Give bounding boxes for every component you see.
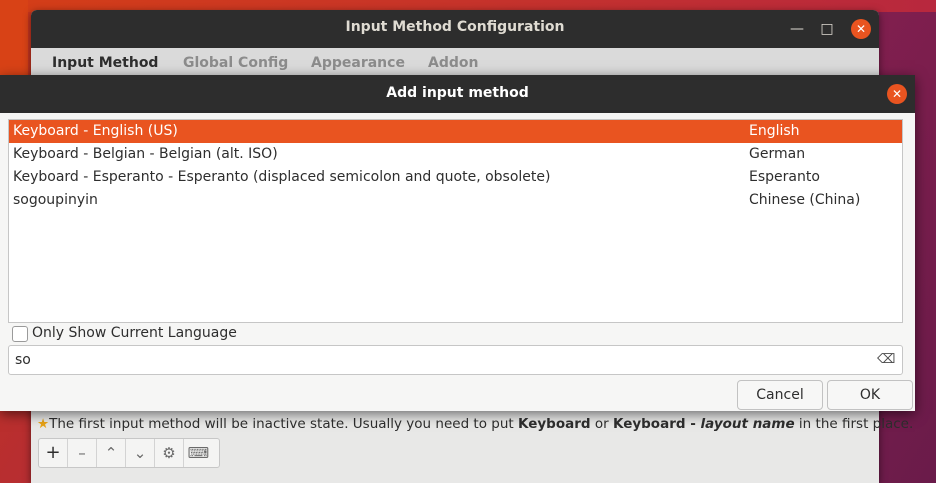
tab-bar: Input Method Global Config Appearance Ad… xyxy=(31,48,879,78)
move-down-icon[interactable]: ⌄ xyxy=(126,439,155,467)
input-method-toolbar: + – ⌃ ⌄ ⚙ ⌨ xyxy=(38,438,220,468)
window-titlebar: Input Method Configuration — □ ✕ xyxy=(31,10,879,48)
input-method-language: Chinese (China) xyxy=(749,192,861,208)
cancel-button[interactable]: Cancel xyxy=(737,380,823,410)
tab-addon[interactable]: Addon xyxy=(428,55,478,71)
search-input[interactable] xyxy=(15,350,855,370)
input-method-language: German xyxy=(749,146,806,162)
search-field[interactable]: ⌫ xyxy=(8,345,903,375)
input-method-language: Esperanto xyxy=(749,169,820,185)
input-method-name: Keyboard - Belgian - Belgian (alt. ISO) xyxy=(13,146,278,162)
input-method-name: Keyboard - English (US) xyxy=(13,123,178,139)
move-up-icon[interactable]: ⌃ xyxy=(97,439,126,467)
window-title: Input Method Configuration xyxy=(345,19,565,35)
add-icon[interactable]: + xyxy=(39,439,68,467)
dialog-title: Add input method xyxy=(386,85,529,101)
list-item[interactable]: sogoupinyin Chinese (China) xyxy=(9,189,902,212)
keyboard-layout-icon[interactable]: ⌨ xyxy=(184,439,213,467)
star-icon: ★ xyxy=(37,416,50,432)
maximize-icon[interactable]: □ xyxy=(817,19,837,39)
close-icon[interactable]: ✕ xyxy=(887,84,907,104)
only-current-language-label: Only Show Current Language xyxy=(32,325,237,341)
configure-icon[interactable]: ⚙ xyxy=(155,439,184,467)
tab-appearance[interactable]: Appearance xyxy=(311,55,405,71)
desktop-panel xyxy=(0,0,28,75)
close-icon[interactable]: ✕ xyxy=(851,19,871,39)
input-method-name: Keyboard - Esperanto - Esperanto (displa… xyxy=(13,169,551,185)
minimize-icon[interactable]: — xyxy=(787,19,807,39)
list-item[interactable]: Keyboard - Esperanto - Esperanto (displa… xyxy=(9,166,902,189)
tab-global-config[interactable]: Global Config xyxy=(183,55,288,71)
add-input-method-dialog: Add input method ✕ Keyboard - English (U… xyxy=(0,75,915,411)
hint-text: ★The first input method will be inactive… xyxy=(37,416,914,432)
input-method-name: sogoupinyin xyxy=(13,192,98,208)
tab-input-method[interactable]: Input Method xyxy=(52,55,158,71)
input-method-list: Keyboard - English (US) English Keyboard… xyxy=(8,119,903,323)
checkbox-box[interactable] xyxy=(12,326,28,342)
clear-text-icon[interactable]: ⌫ xyxy=(877,352,895,367)
input-method-language: English xyxy=(749,123,800,139)
list-item[interactable]: Keyboard - Belgian - Belgian (alt. ISO) … xyxy=(9,143,902,166)
dialog-titlebar: Add input method ✕ xyxy=(0,75,915,113)
list-item[interactable]: Keyboard - English (US) English xyxy=(9,120,902,143)
ok-button[interactable]: OK xyxy=(827,380,913,410)
remove-icon[interactable]: – xyxy=(68,439,97,467)
